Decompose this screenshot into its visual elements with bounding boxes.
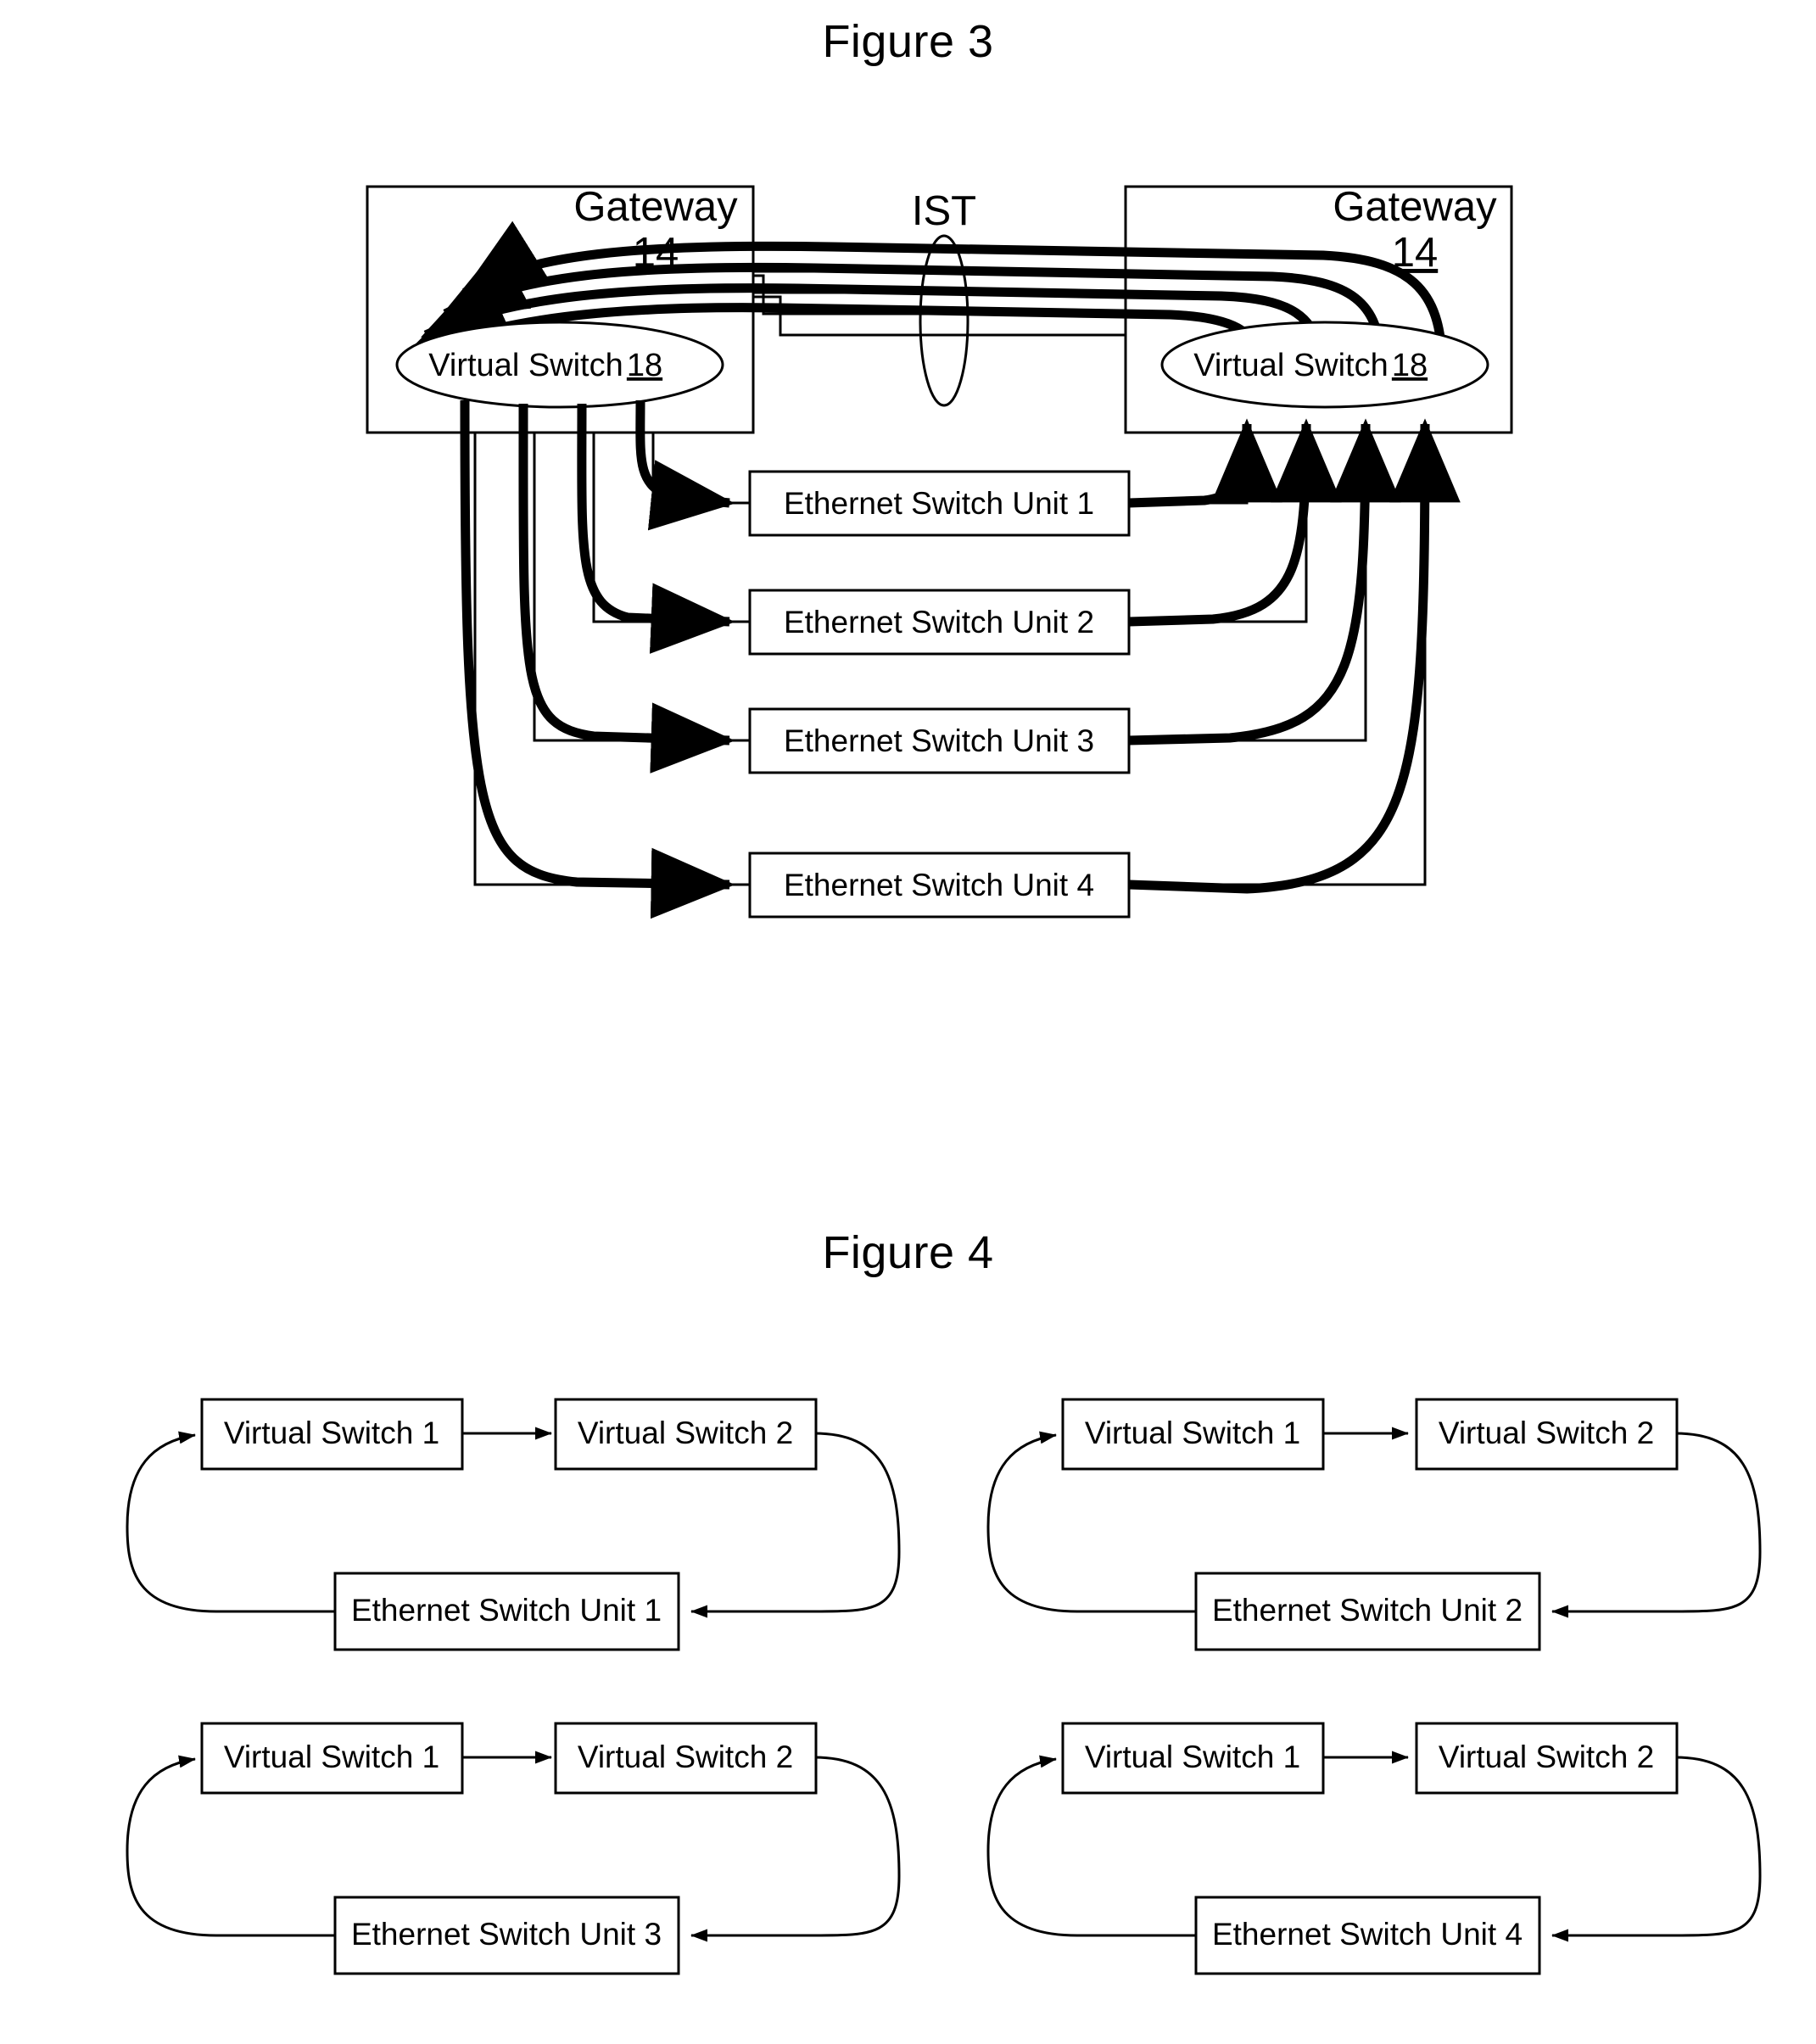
gateway-box-left [366, 185, 755, 434]
gateway-right-ref: 14 [1392, 230, 1439, 276]
panel4-virtual-switch-2-label: Virtual Switch 2 [1439, 1740, 1654, 1774]
ethernet-unit-label-1: Ethernet Switch Unit 1 [784, 486, 1094, 521]
figure3-right-uplinks [1128, 418, 1461, 894]
panel1-virtual-switch-2-label: Virtual Switch 2 [578, 1416, 793, 1450]
ethernet-unit-box-2 [748, 589, 1131, 656]
figure3-left-downlinks [460, 399, 735, 919]
figure3-ethernet-units: Ethernet Switch Unit 1 Ethernet Switch U… [748, 470, 1131, 919]
ist-label: IST [912, 188, 976, 234]
ist-ellipse-icon [919, 234, 969, 407]
panel1-virtual-switch-1-label: Virtual Switch 1 [224, 1416, 439, 1450]
panel3-virtual-switch-2-box [554, 1722, 818, 1795]
figure-4-group: Virtual Switch 1 Virtual Switch 2 Ethern… [126, 1398, 1762, 1975]
panel3-virtual-switch-1-label: Virtual Switch 1 [224, 1740, 439, 1774]
panel4-virtual-switch-2-box [1415, 1722, 1679, 1795]
panel3-vs2-to-esu-link [690, 1756, 901, 1942]
panel1-virtual-switch-2-box [554, 1398, 818, 1471]
panel2-ethernet-unit-label: Ethernet Switch Unit 2 [1212, 1593, 1523, 1628]
gateway-box-right [1124, 185, 1513, 434]
panel4-virtual-switch-1-label: Virtual Switch 1 [1085, 1740, 1300, 1774]
panel2-virtual-switch-2-label: Virtual Switch 2 [1439, 1416, 1654, 1450]
figure4-panel-3: Virtual Switch 1 Virtual Switch 2 Ethern… [126, 1722, 901, 1975]
panel3-esu-to-vs1-link [126, 1755, 335, 1937]
panel2-virtual-switch-2-box [1415, 1398, 1679, 1471]
gateway-left-ref: 14 [633, 230, 679, 276]
virtual-switch-left-ref: 18 [627, 348, 662, 383]
figure3-ist-trunk-links [400, 221, 1447, 366]
panel2-vs2-to-esu-link [1551, 1432, 1762, 1618]
ethernet-unit-label-3: Ethernet Switch Unit 3 [784, 723, 1094, 758]
panel1-virtual-switch-1-box [200, 1398, 464, 1471]
figures-canvas: Gateway 14 Gateway 14 IST Virtual Switch… [126, 184, 1762, 1975]
panel1-vs2-to-esu-link [690, 1432, 901, 1618]
figure4-panel-1: Virtual Switch 1 Virtual Switch 2 Ethern… [126, 1398, 901, 1651]
panel1-ethernet-unit-label: Ethernet Switch Unit 1 [351, 1593, 662, 1628]
ethernet-unit-box-1 [748, 470, 1131, 537]
panel3-virtual-switch-2-label: Virtual Switch 2 [578, 1740, 793, 1774]
virtual-switch-right-ref: 18 [1392, 348, 1428, 383]
figure-3-group: Gateway 14 Gateway 14 IST Virtual Switch… [366, 184, 1513, 919]
figure4-panel-2: Virtual Switch 1 Virtual Switch 2 Ethern… [986, 1398, 1762, 1651]
panel4-esu-to-vs1-link [986, 1755, 1196, 1937]
figure-3-title: Figure 3 [822, 16, 994, 67]
panel2-esu-to-vs1-link [986, 1431, 1196, 1613]
panel4-ethernet-unit-box [1194, 1896, 1541, 1975]
panel2-virtual-switch-1-label: Virtual Switch 1 [1085, 1416, 1300, 1450]
virtual-switch-right-label: Virtual Switch [1193, 348, 1389, 383]
panel3-virtual-switch-1-box [200, 1722, 464, 1795]
virtual-switch-ellipse-right [1160, 321, 1489, 409]
figure3-thin-ring-outlines [422, 232, 1427, 886]
panel3-ethernet-unit-box [333, 1896, 680, 1975]
figure4-panel-4: Virtual Switch 1 Virtual Switch 2 Ethern… [986, 1722, 1762, 1975]
panel2-ethernet-unit-box [1194, 1572, 1541, 1651]
virtual-switch-left-label: Virtual Switch [428, 348, 623, 383]
gateway-left-label: Gateway [573, 184, 738, 230]
panel3-ethernet-unit-label: Ethernet Switch Unit 3 [351, 1917, 662, 1952]
figure-sheet: Figure 3 Figure 4 Gateway 14 Gateway 14 … [0, 0, 1816, 2044]
ethernet-unit-box-3 [748, 707, 1131, 774]
panel4-ethernet-unit-label: Ethernet Switch Unit 4 [1212, 1917, 1523, 1952]
ethernet-unit-label-2: Ethernet Switch Unit 2 [784, 605, 1094, 639]
panel1-esu-to-vs1-link [126, 1431, 335, 1613]
gateway-right-label: Gateway [1333, 184, 1497, 230]
panel2-virtual-switch-1-box [1061, 1398, 1325, 1471]
panel4-vs2-to-esu-link [1551, 1756, 1762, 1942]
panel1-ethernet-unit-box [333, 1572, 680, 1651]
ethernet-unit-label-4: Ethernet Switch Unit 4 [784, 868, 1094, 902]
virtual-switch-ellipse-left [395, 321, 724, 409]
ethernet-unit-box-4 [748, 852, 1131, 919]
figure-4-title: Figure 4 [822, 1227, 994, 1278]
panel4-virtual-switch-1-box [1061, 1722, 1325, 1795]
